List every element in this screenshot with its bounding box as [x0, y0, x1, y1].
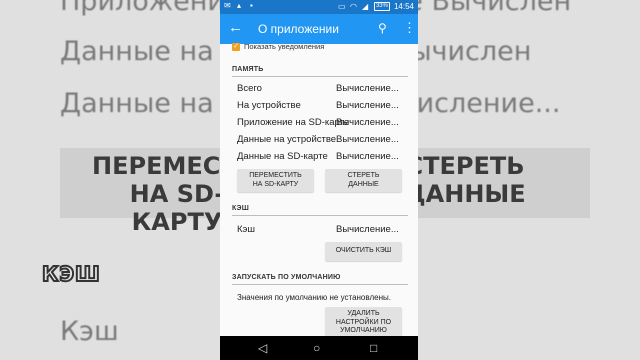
phone-screen: ✉ ▴ ▪ ▭ ◠ ◢ 33% 14:54 ← О приложении ⚲ ⋮…	[220, 0, 418, 360]
clear-cache-button[interactable]: ОЧИСТИТЬ КЭШ	[325, 242, 402, 261]
page-title: О приложении	[258, 22, 339, 36]
app-info-content: ✓ Показать уведомления ПАМЯТЬ Всего Вычи…	[220, 42, 418, 336]
row-label: Кэш	[237, 224, 256, 235]
notification-icon: ✉	[224, 1, 231, 10]
move-to-sd-button[interactable]: ПЕРЕМЕСТИТЬ НА SD-КАРТУ	[237, 169, 314, 192]
show-notifications-toggle[interactable]: ✓ Показать уведомления	[232, 42, 324, 51]
background-cache-row: Кэш	[60, 316, 119, 347]
more-options-icon[interactable]: ⋮	[403, 20, 416, 36]
row-value: Вычисление...	[336, 100, 399, 111]
memory-section-heading: ПАМЯТЬ	[232, 66, 264, 73]
clear-defaults-button[interactable]: УДАЛИТЬ НАСТРОЙКИ ПО УМОЛЧАНИЮ	[325, 307, 402, 336]
row-value: Вычисление...	[336, 117, 399, 128]
notification-icon-3: ▪	[250, 1, 253, 10]
wifi-icon: ◠	[349, 1, 357, 11]
row-value: Вычисление...	[336, 83, 399, 94]
row-label: Всего	[237, 83, 262, 94]
notification-icon-2: ▴	[237, 1, 242, 10]
clock: 14:54	[393, 2, 414, 11]
divider	[232, 76, 408, 77]
clear-data-button[interactable]: СТЕРЕТЬ ДАННЫЕ	[325, 169, 402, 192]
background-cache-heading: КЭШ	[41, 261, 101, 287]
cast-icon: ▭	[337, 1, 346, 11]
row-label: Приложение на SD-карте	[237, 117, 350, 128]
defaults-section-heading: ЗАПУСКАТЬ ПО УМОЛЧАНИЮ	[232, 274, 341, 281]
navigation-bar: ◁ ○ □	[220, 336, 418, 360]
battery-indicator: 33%	[373, 2, 390, 11]
row-label: Данные на устройстве	[237, 134, 337, 145]
app-bar: ← О приложении ⚲ ⋮	[220, 14, 418, 44]
defaults-description: Значения по умолчанию не установлены.	[237, 293, 391, 302]
back-arrow-icon[interactable]: ←	[228, 19, 243, 37]
row-value: Вычисление...	[336, 134, 399, 145]
status-bar: ✉ ▴ ▪ ▭ ◠ ◢ 33% 14:54	[220, 0, 418, 14]
nav-home-icon[interactable]: ○	[313, 339, 320, 357]
divider	[232, 284, 408, 285]
nav-back-icon[interactable]: ◁	[258, 339, 267, 357]
show-notifications-label: Показать уведомления	[244, 42, 325, 51]
row-value: Вычисление...	[336, 151, 399, 162]
row-label: На устройстве	[237, 100, 301, 111]
checkbox-checked-icon[interactable]: ✓	[232, 42, 240, 51]
nav-recents-icon[interactable]: □	[370, 339, 377, 357]
row-value: Вычисление...	[336, 224, 399, 235]
cache-section-heading: КЭШ	[232, 205, 249, 212]
row-label: Данные на SD-карте	[237, 151, 328, 162]
search-icon[interactable]: ⚲	[378, 21, 387, 35]
signal-icon: ◢	[361, 1, 369, 11]
divider	[232, 215, 408, 216]
